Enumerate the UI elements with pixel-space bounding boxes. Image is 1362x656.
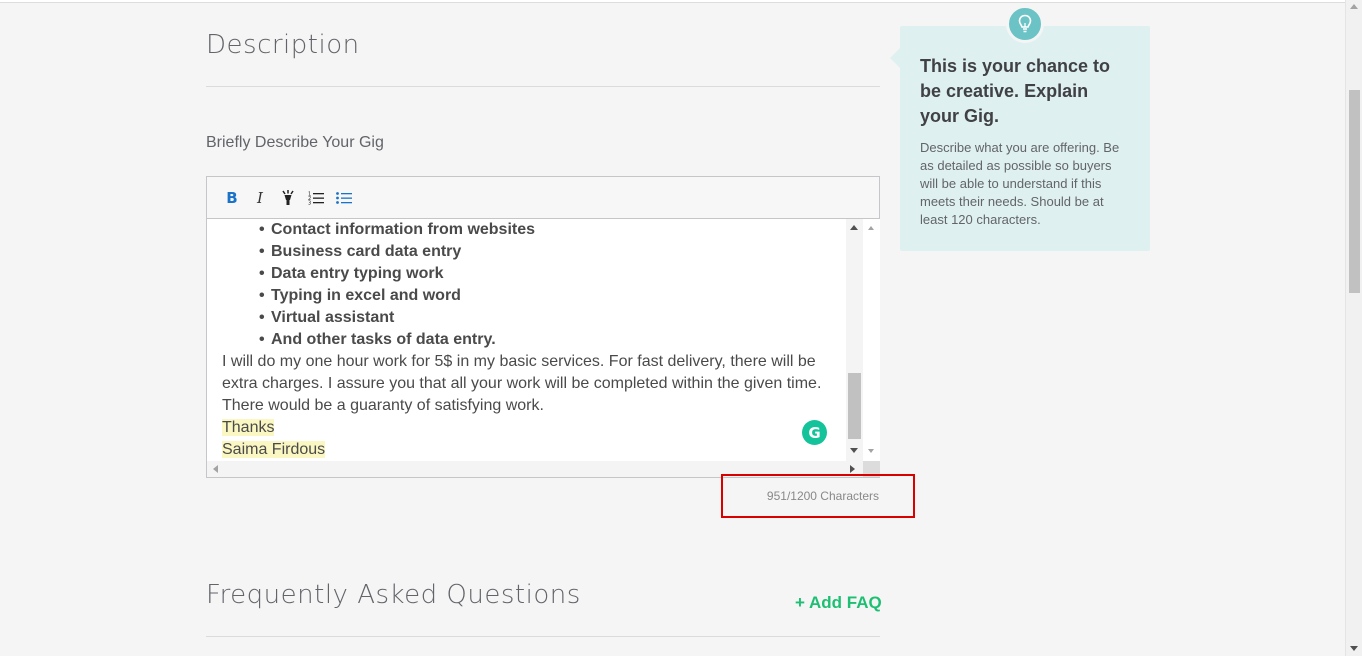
character-count: 951/1200 Characters — [721, 474, 915, 518]
top-border — [0, 0, 1362, 3]
page-scrollbar[interactable] — [1345, 0, 1362, 656]
field-label: Briefly Describe Your Gig — [206, 134, 384, 151]
grammarly-icon[interactable]: G — [802, 420, 827, 445]
description-editor[interactable]: B I 123 Contact information from website… — [206, 176, 880, 478]
tip-body: Describe what you are offering. Be as de… — [920, 140, 1120, 227]
scroll-down-arrow-icon[interactable] — [868, 449, 874, 453]
bullet-list-icon[interactable] — [333, 187, 355, 209]
description-title: Description — [206, 30, 360, 60]
editor-scrollbar[interactable] — [846, 219, 863, 461]
italic-button[interactable]: I — [249, 187, 271, 209]
closing-thanks: Thanks — [222, 419, 275, 436]
faq-title: Frequently Asked Questions — [206, 580, 581, 610]
lightbulb-icon — [1006, 5, 1044, 43]
list-item: Data entry typing work — [222, 263, 831, 285]
ordered-list-icon[interactable]: 123 — [305, 187, 327, 209]
list-item: And other tasks of data entry. — [222, 329, 831, 351]
tip-title: This is your chance to be creative. Expl… — [920, 56, 1111, 126]
bold-button[interactable]: B — [221, 187, 243, 209]
list-item: Contact information from websites — [222, 219, 831, 241]
list-item: Business card data entry — [222, 241, 831, 263]
highlighter-icon[interactable] — [277, 187, 299, 209]
list-item: Virtual assistant — [222, 307, 831, 329]
scrollbar-thumb[interactable] — [848, 373, 861, 439]
scroll-up-arrow-icon[interactable] — [868, 226, 874, 230]
editor-content[interactable]: Contact information from websites Busine… — [207, 219, 845, 461]
bullet-list: Contact information from websites Busine… — [222, 219, 831, 351]
list-item: Typing in excel and word — [222, 285, 831, 307]
scroll-left-arrow-icon[interactable] — [213, 465, 218, 473]
scroll-right-arrow-icon[interactable] — [850, 465, 855, 473]
faq-divider — [206, 636, 880, 637]
add-faq-button[interactable]: + Add FAQ — [795, 593, 882, 613]
editor-toolbar: B I 123 — [207, 177, 879, 219]
closing-signature: Saima Firdous — [222, 441, 326, 458]
scroll-down-arrow-icon[interactable] — [1350, 646, 1358, 651]
outer-editor-scrollbar[interactable] — [863, 219, 880, 461]
description-paragraph: I will do my one hour work for 5$ in my … — [222, 353, 822, 414]
scroll-down-arrow-icon[interactable] — [850, 448, 858, 453]
page-scrollbar-thumb[interactable] — [1349, 90, 1360, 293]
description-divider — [206, 86, 880, 87]
scroll-up-arrow-icon[interactable] — [850, 225, 858, 230]
scroll-up-arrow-icon[interactable] — [1350, 4, 1358, 9]
tip-box: This is your chance to be creative. Expl… — [890, 26, 1150, 251]
svg-text:3: 3 — [308, 200, 311, 205]
